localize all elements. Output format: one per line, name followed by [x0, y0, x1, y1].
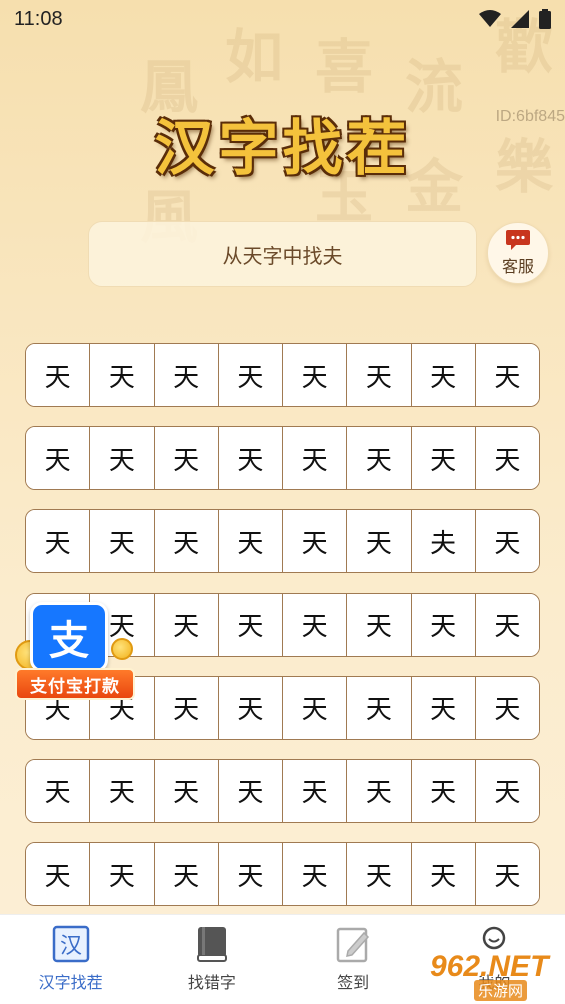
status-time: 11:08	[14, 7, 63, 30]
char-cell[interactable]: 天	[475, 676, 539, 739]
char-cell[interactable]: 天	[90, 427, 155, 490]
char-cell[interactable]: 天	[154, 427, 219, 490]
char-cell[interactable]: 天	[283, 759, 348, 822]
char-cell[interactable]: 天	[218, 676, 283, 739]
alipay-payout-badge[interactable]: 支 支付宝打款	[15, 602, 135, 702]
char-cell[interactable]: 天	[90, 759, 155, 822]
coin-icon	[111, 638, 133, 660]
char-cell[interactable]: 天	[347, 344, 412, 406]
char-cell[interactable]: 天	[26, 843, 91, 906]
tab-label: 签到	[337, 973, 370, 992]
status-icons	[479, 9, 551, 29]
char-cell[interactable]: 天	[475, 344, 539, 406]
alipay-payout-label: 支付宝打款	[15, 668, 135, 700]
char-cell[interactable]: 天	[26, 510, 91, 573]
customer-service-label: 客服	[501, 257, 534, 276]
char-cell[interactable]: 天	[90, 843, 155, 906]
status-bar: 11:08	[0, 0, 565, 38]
char-cell[interactable]: 天	[283, 593, 348, 656]
alipay-icon: 支	[30, 602, 108, 672]
char-cell[interactable]: 天	[411, 593, 476, 656]
task-prompt-text: 从天字中找夫	[222, 243, 343, 268]
char-cell[interactable]: 天	[154, 510, 219, 573]
customer-service-button[interactable]: 客服	[487, 222, 549, 284]
char-cell[interactable]: 天	[411, 344, 476, 406]
char-cell[interactable]: 天	[283, 344, 348, 406]
char-cell[interactable]: 天	[218, 344, 283, 406]
char-cell[interactable]: 天	[283, 843, 348, 906]
char-cell[interactable]: 天	[411, 759, 476, 822]
char-cell[interactable]: 天	[347, 427, 412, 490]
char-cell[interactable]: 天	[154, 843, 219, 906]
char-cell[interactable]: 天	[90, 344, 155, 406]
char-cell[interactable]: 天	[475, 427, 539, 490]
chat-bubble-icon	[506, 230, 530, 250]
tab-find-wrong-char[interactable]: 找错字	[141, 915, 282, 1004]
profile-icon	[483, 926, 506, 950]
char-cell[interactable]: 天	[283, 510, 348, 573]
wifi-icon	[479, 10, 501, 27]
char-cell[interactable]: 天	[218, 427, 283, 490]
char-cell[interactable]: 天	[26, 427, 91, 490]
tab-profile[interactable]: 我的	[424, 915, 565, 1004]
user-id: ID:6bf845	[495, 108, 565, 125]
char-cell[interactable]: 夫	[411, 510, 476, 573]
char-cell[interactable]: 天	[475, 593, 539, 656]
char-cell[interactable]: 天	[411, 676, 476, 739]
signal-icon	[511, 10, 529, 28]
tab-label: 我的	[478, 973, 511, 992]
char-cell[interactable]: 天	[218, 510, 283, 573]
char-cell[interactable]: 天	[218, 759, 283, 822]
page-title: 汉字找茬	[154, 114, 411, 184]
grid-row: 天天天天天天天天	[25, 426, 540, 491]
grid-row: 天天天天天天夫天	[25, 509, 540, 574]
char-cell[interactable]: 天	[411, 843, 476, 906]
char-cell[interactable]: 天	[347, 510, 412, 573]
char-cell[interactable]: 天	[475, 759, 539, 822]
char-cell[interactable]: 天	[90, 510, 155, 573]
grid-row: 天天天天天天天天	[25, 842, 540, 907]
char-cell[interactable]: 天	[347, 843, 412, 906]
char-cell[interactable]: 天	[154, 676, 219, 739]
char-cell[interactable]: 天	[411, 427, 476, 490]
han-char-icon: 汉	[52, 925, 89, 963]
sign-in-icon	[336, 927, 370, 963]
tab-han-char-puzzle[interactable]: 汉 汉字找茬	[0, 915, 141, 1004]
char-cell[interactable]: 天	[475, 843, 539, 906]
tab-label: 汉字找茬	[38, 973, 103, 992]
char-cell[interactable]: 天	[26, 344, 91, 406]
char-cell[interactable]: 天	[26, 759, 91, 822]
bottom-tab-bar: 汉 汉字找茬 找错字 签到 我的	[0, 914, 565, 1004]
grid-row: 天天天天天天天天	[25, 343, 540, 407]
char-cell[interactable]: 天	[218, 843, 283, 906]
char-cell[interactable]: 天	[347, 676, 412, 739]
char-cell[interactable]: 天	[475, 510, 539, 573]
svg-text:汉: 汉	[60, 934, 82, 959]
tab-sign-in[interactable]: 签到	[283, 915, 424, 1004]
task-prompt: 从天字中找夫	[88, 221, 477, 287]
alipay-icon-char: 支	[49, 617, 89, 664]
char-cell[interactable]: 天	[283, 427, 348, 490]
char-cell[interactable]: 天	[154, 344, 219, 406]
tab-label: 找错字	[187, 973, 236, 992]
char-cell[interactable]: 天	[154, 593, 219, 656]
grid-row: 天天天天天天天天	[25, 758, 540, 823]
char-cell[interactable]: 天	[347, 759, 412, 822]
char-cell[interactable]: 天	[283, 676, 348, 739]
char-cell[interactable]: 天	[218, 593, 283, 656]
char-cell[interactable]: 天	[154, 759, 219, 822]
battery-icon	[539, 9, 551, 29]
book-icon	[196, 927, 227, 962]
char-cell[interactable]: 天	[347, 593, 412, 656]
